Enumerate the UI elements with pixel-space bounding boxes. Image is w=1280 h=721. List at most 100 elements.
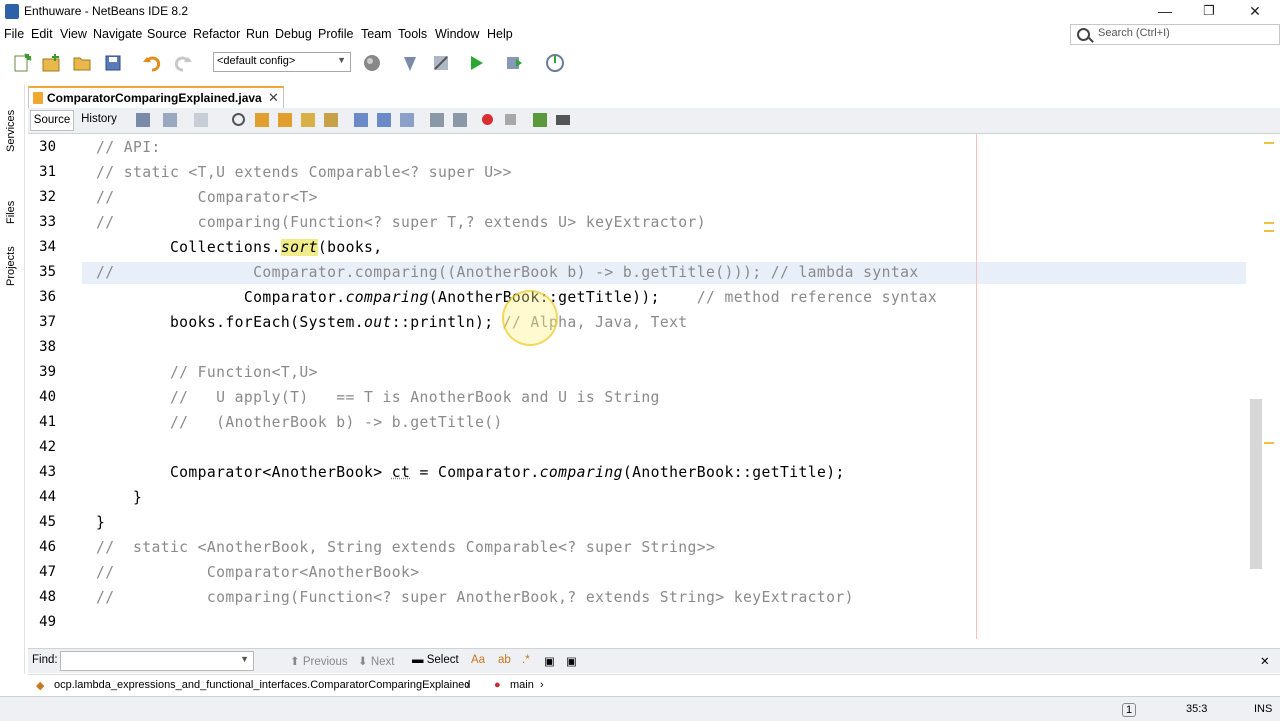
config-select[interactable]: <default config> ▼	[213, 52, 351, 72]
regex-icon[interactable]: .*	[522, 654, 530, 666]
menu-window[interactable]: Window	[435, 27, 479, 41]
line-number: 35	[16, 264, 56, 280]
next-bookmark-icon[interactable]	[377, 113, 391, 127]
find-next-icon[interactable]	[278, 113, 292, 127]
profile-icon[interactable]	[545, 53, 565, 73]
wrap-around-icon[interactable]: ▣	[566, 654, 577, 668]
whole-words-icon[interactable]: ab	[498, 654, 511, 666]
next-button[interactable]: ⬇ Next	[358, 654, 395, 668]
line-number: 47	[16, 564, 56, 580]
close-find-icon[interactable]: ✕	[1260, 654, 1270, 668]
shift-right-icon[interactable]	[453, 113, 467, 127]
code-token: // method reference syntax	[660, 289, 937, 306]
line-number: 38	[16, 339, 56, 355]
line-number: 42	[16, 439, 56, 455]
find-icon[interactable]	[232, 113, 245, 126]
code-line: Comparator<AnotherBook> ct = Comparator.…	[96, 464, 845, 481]
debug-icon[interactable]	[504, 53, 524, 73]
code-token: comparing	[540, 464, 623, 481]
main-toolbar	[0, 46, 1280, 80]
editor-tab[interactable]: ComparatorComparingExplained.java ✕	[28, 86, 284, 110]
toggle-highlight-icon[interactable]	[324, 113, 338, 127]
comment-icon[interactable]	[533, 113, 547, 127]
code-token: = Comparator.	[410, 464, 539, 481]
code-line: // comparing(Function<? super AnotherBoo…	[96, 589, 854, 606]
chevron-down-icon[interactable]: ▼	[240, 654, 249, 664]
minimize-button[interactable]: —	[1142, 0, 1188, 24]
code-token: (AnotherBook::getTitle);	[623, 464, 845, 481]
shift-left-icon[interactable]	[430, 113, 444, 127]
next-label: Next	[371, 656, 395, 668]
line-number: 44	[16, 489, 56, 505]
uncomment-icon[interactable]	[556, 115, 570, 125]
highlight-results-icon[interactable]: ▣	[544, 654, 555, 668]
menu-file[interactable]: File	[4, 27, 24, 41]
source-tab[interactable]: Source	[30, 110, 74, 131]
menu-refactor[interactable]: Refactor	[193, 27, 240, 41]
find-previous-icon[interactable]	[255, 113, 269, 127]
scroll-thumb[interactable]	[1250, 399, 1262, 569]
previous-bookmark-icon[interactable]	[354, 113, 368, 127]
stop-macro-icon[interactable]	[505, 114, 516, 125]
undo-icon[interactable]	[142, 53, 162, 73]
breadcrumb-method[interactable]: main	[510, 679, 534, 691]
menu-source[interactable]: Source	[147, 27, 187, 41]
stripe-mark[interactable]	[1264, 142, 1274, 144]
error-stripe	[1262, 134, 1280, 639]
window-title: Enthuware - NetBeans IDE 8.2	[24, 4, 188, 18]
method-icon: ●	[494, 679, 501, 691]
menu-navigate[interactable]: Navigate	[93, 27, 142, 41]
stripe-mark[interactable]	[1264, 222, 1274, 224]
back-icon[interactable]	[163, 113, 177, 127]
navigation-bar: ◆ ocp.lambda_expressions_and_functional_…	[28, 674, 1280, 697]
menu-team[interactable]: Team	[361, 27, 392, 41]
menu-view[interactable]: View	[60, 27, 87, 41]
breadcrumb-class[interactable]: ocp.lambda_expressions_and_functional_in…	[54, 679, 470, 691]
forward-icon[interactable]	[194, 113, 208, 127]
code-token: books.forEach(System.	[96, 314, 364, 331]
save-all-icon[interactable]	[103, 53, 123, 73]
build-icon[interactable]	[400, 53, 420, 73]
clean-build-icon[interactable]	[431, 53, 451, 73]
previous-button[interactable]: ⬆ Previous	[290, 654, 348, 668]
new-file-icon[interactable]	[12, 53, 32, 73]
menu-tools[interactable]: Tools	[398, 27, 427, 41]
code-token: out	[364, 314, 392, 331]
select-label: Select	[427, 654, 459, 666]
maximize-button[interactable]: ❐	[1186, 0, 1232, 24]
menu-help[interactable]: Help	[487, 27, 513, 41]
last-edit-icon[interactable]	[136, 113, 150, 127]
line-number: 30	[16, 139, 56, 155]
notifications-badge[interactable]: 1	[1122, 703, 1136, 717]
globe-icon[interactable]	[362, 53, 382, 73]
vertical-scrollbar[interactable]	[1246, 134, 1262, 639]
code-line: // static <AnotherBook, String extends C…	[96, 539, 715, 556]
toggle-bookmark-icon[interactable]	[400, 113, 414, 127]
stripe-mark[interactable]	[1264, 230, 1274, 232]
code-line: // Comparator<T>	[96, 189, 318, 206]
select-button[interactable]: ▬ Select	[412, 654, 459, 666]
chevron-right-icon: ›	[466, 679, 470, 691]
open-project-icon[interactable]	[72, 53, 92, 73]
stripe-mark[interactable]	[1264, 442, 1274, 444]
menu-profile[interactable]: Profile	[318, 27, 353, 41]
record-macro-icon[interactable]	[482, 114, 493, 125]
find-bar: Find: ▼ ⬆ Previous ⬇ Next ▬ Select Aa ab…	[28, 648, 1280, 673]
find-selection-icon[interactable]	[301, 113, 315, 127]
redo-icon[interactable]	[173, 53, 193, 73]
config-value: <default config>	[217, 55, 295, 67]
match-case-icon[interactable]: Aa	[471, 654, 485, 666]
line-number: 43	[16, 464, 56, 480]
history-tab[interactable]: History	[78, 110, 120, 129]
menu-debug[interactable]: Debug	[275, 27, 312, 41]
find-input[interactable]: ▼	[60, 651, 254, 671]
close-tab-icon[interactable]: ✕	[268, 90, 279, 106]
menu-run[interactable]: Run	[246, 27, 269, 41]
menu-edit[interactable]: Edit	[31, 27, 53, 41]
quick-search-box[interactable]: Search (Ctrl+I)	[1070, 24, 1280, 45]
find-label: Find:	[32, 654, 58, 666]
run-icon[interactable]	[466, 53, 486, 73]
new-project-icon[interactable]	[41, 53, 61, 73]
code-editor[interactable]: // API: // static <T,U extends Comparable…	[82, 134, 1246, 639]
close-button[interactable]: ✕	[1232, 0, 1278, 24]
